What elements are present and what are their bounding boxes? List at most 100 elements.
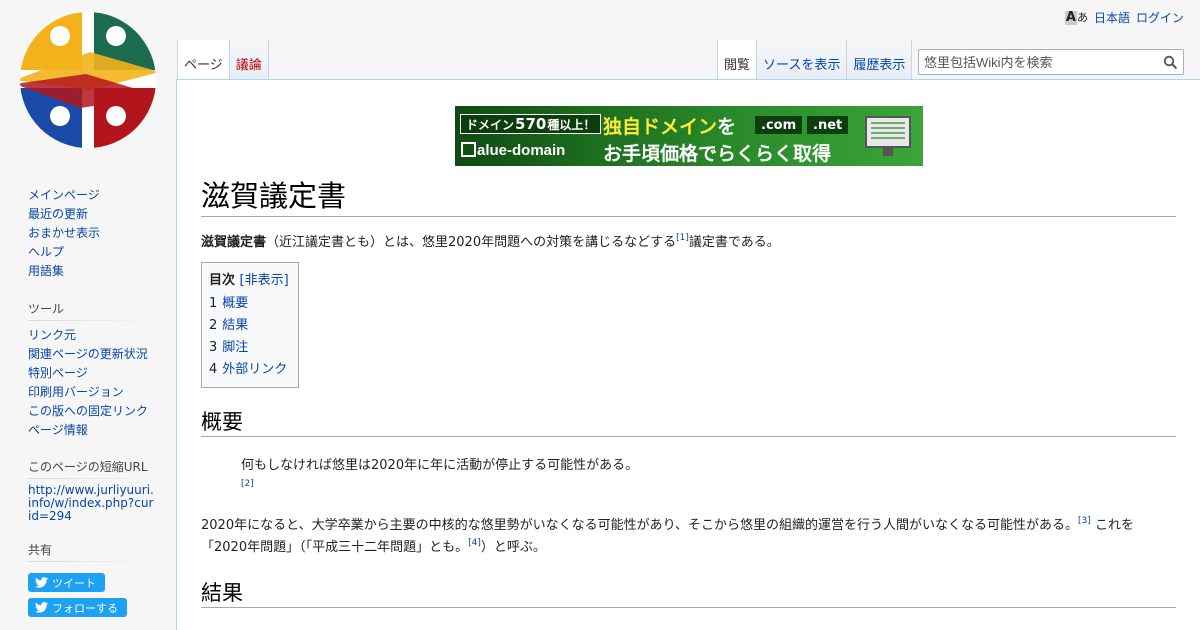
short-url-heading: このページの短縮URL	[28, 458, 156, 479]
personal-tools: Aあ 日本語 ログイン	[1064, 9, 1184, 26]
ref-2-link[interactable]: [2]	[241, 479, 254, 489]
intro-text: （近江議定書とも）とは、悠里2020年問題への対策を講じるなどする	[266, 235, 677, 250]
view-tabs: 閲覧 ソースを表示 履歴表示	[717, 40, 913, 80]
share-portal: 共有 ツイート フォローする	[28, 541, 156, 617]
quote-block: 何もしなければ悠里は2020年に年に活動が停止する可能性がある。 [2]	[241, 455, 1176, 491]
sidebar-item-special-pages[interactable]: 特別ページ	[28, 364, 156, 383]
sidebar-link[interactable]: 用語集	[28, 264, 64, 278]
toc-link[interactable]: 概要	[222, 296, 248, 311]
ad-badge: ドメイン 570 種以上！	[460, 114, 602, 134]
navigation-portal: メインページ 最近の更新 おまかせ表示 ヘルプ 用語集	[28, 186, 156, 281]
toc-link[interactable]: 外部リンク	[222, 362, 287, 377]
sidebar-item-what-links-here[interactable]: リンク元	[28, 326, 156, 345]
toc-num: 4	[209, 362, 218, 377]
sidebar-item-main-page[interactable]: メインページ	[28, 186, 156, 205]
ad-check-icon	[461, 142, 476, 157]
toc-num: 2	[209, 318, 218, 333]
sidebar-link[interactable]: おまかせ表示	[28, 226, 100, 240]
short-url-portal: このページの短縮URL http://www.jurliyuuri.info/w…	[28, 458, 156, 523]
content-area: ドメイン 570 種以上！ alue-domain 独自ドメインを .com .ne…	[176, 79, 1200, 630]
share-heading: 共有	[28, 541, 156, 562]
sidebar-link[interactable]: 関連ページの更新状況	[28, 347, 148, 361]
ad-tld-net: .net	[807, 116, 849, 134]
short-url-item[interactable]: http://www.jurliyuuri.info/w/index.php?c…	[28, 484, 156, 523]
ad-brand-text: alue-domain	[477, 142, 566, 159]
toc-link[interactable]: 脚注	[222, 340, 248, 355]
ref-1[interactable]: [1]	[676, 233, 689, 243]
toc-title-text: 目次	[209, 273, 236, 288]
ref-3-link[interactable]: [3]	[1078, 516, 1091, 526]
tweet-button[interactable]: ツイート	[28, 573, 105, 592]
site-logo[interactable]	[20, 12, 156, 148]
short-url-link[interactable]: http://www.jurliyuuri.info/w/index.php?c…	[28, 483, 154, 523]
toc-num: 1	[209, 296, 218, 311]
ad-headline-white: を	[717, 116, 737, 138]
toc-toggle[interactable]: [非表示]	[240, 273, 289, 288]
sidebar-link[interactable]: ヘルプ	[28, 245, 64, 259]
ref-4[interactable]: [4]	[468, 538, 481, 548]
login-link[interactable]: ログイン	[1136, 9, 1184, 26]
language-icon[interactable]: Aあ	[1064, 10, 1088, 25]
search-box	[918, 49, 1184, 75]
toc-link[interactable]: 結果	[222, 318, 248, 333]
search-input[interactable]	[919, 54, 1159, 70]
tab-history[interactable]: 履歴表示	[847, 40, 913, 80]
toc-item[interactable]: 2 結果	[209, 315, 289, 337]
intro-bold: 滋賀議定書	[201, 235, 267, 250]
follow-label: フォローする	[52, 601, 118, 615]
sidebar-item-permalink[interactable]: この版への固定リンク	[28, 402, 156, 421]
table-of-contents: 目次 [非表示] 1 概要 2 結果 3 脚注 4 外部リンク	[201, 262, 299, 388]
namespace-tabs: ページ 議論	[177, 40, 269, 80]
ref-4-link[interactable]: [4]	[468, 538, 481, 548]
sidebar-link[interactable]: ページ情報	[28, 423, 88, 437]
ad-banner[interactable]: ドメイン 570 種以上！ alue-domain 独自ドメインを .com .ne…	[455, 106, 923, 166]
sidebar-item-random[interactable]: おまかせ表示	[28, 224, 156, 243]
sidebar-item-related-changes[interactable]: 関連ページの更新状況	[28, 345, 156, 364]
sidebar-item-print[interactable]: 印刷用バージョン	[28, 383, 156, 402]
toc-num: 3	[209, 340, 218, 355]
intro-paragraph: 滋賀議定書（近江議定書とも）とは、悠里2020年問題への対策を講じるなどする[1…	[201, 232, 1176, 254]
ad-badge-number: 570	[515, 115, 547, 133]
sidebar-item-page-info[interactable]: ページ情報	[28, 421, 156, 440]
ref-2[interactable]: [2]	[241, 477, 1176, 491]
article-body: 滋賀議定書（近江議定書とも）とは、悠里2020年問題への対策を講じるなどする[1…	[201, 232, 1176, 608]
ref-3[interactable]: [3]	[1078, 516, 1091, 526]
tweet-label: ツイート	[52, 576, 96, 590]
sidebar-link[interactable]: 特別ページ	[28, 366, 88, 380]
twitter-bird-icon	[35, 602, 48, 613]
sidebar-link[interactable]: リンク元	[28, 328, 76, 342]
toc-title: 目次 [非表示]	[209, 270, 289, 292]
ref-1-link[interactable]: [1]	[676, 233, 689, 243]
section-heading-overview: 概要	[201, 408, 1176, 437]
tab-talk[interactable]: 議論	[229, 40, 269, 80]
ad-headline-yellow: 独自ドメイン	[603, 116, 718, 138]
tab-read[interactable]: 閲覧	[717, 40, 758, 80]
follow-button[interactable]: フォローする	[28, 598, 127, 617]
sidebar-link[interactable]: 最近の更新	[28, 207, 88, 221]
para-text-c: ）と呼ぶ。	[480, 540, 546, 555]
toc-item[interactable]: 3 脚注	[209, 337, 289, 359]
sidebar-link[interactable]: この版への固定リンク	[28, 404, 148, 418]
tab-page[interactable]: ページ	[177, 40, 230, 80]
page-title: 滋賀議定書	[201, 178, 1176, 217]
sidebar-item-help[interactable]: ヘルプ	[28, 243, 156, 262]
tab-view-source[interactable]: ソースを表示	[757, 40, 848, 80]
sidebar-link[interactable]: 印刷用バージョン	[28, 385, 124, 399]
ad-subline: お手頃価格でらくらく取得	[603, 143, 832, 165]
quote-text: 何もしなければ悠里は2020年に年に活動が停止する可能性がある。	[241, 458, 639, 473]
para-text-a: 2020年になると、大学卒業から主要の中核的な悠里勢がいなくなる可能性があり、そ…	[201, 518, 1079, 533]
sidebar: メインページ 最近の更新 おまかせ表示 ヘルプ 用語集 ツール リンク元 関連ペ…	[0, 180, 176, 617]
language-link[interactable]: 日本語	[1094, 9, 1130, 26]
sidebar-item-glossary[interactable]: 用語集	[28, 262, 156, 281]
tools-portal: ツール リンク元 関連ページの更新状況 特別ページ 印刷用バージョン この版への…	[28, 300, 156, 440]
toc-item[interactable]: 4 外部リンク	[209, 359, 289, 381]
search-icon[interactable]	[1163, 55, 1178, 70]
section-heading-result: 結果	[201, 579, 1176, 608]
ad-headline: 独自ドメインを	[603, 112, 736, 139]
monitor-icon	[865, 116, 911, 156]
sidebar-item-recent-changes[interactable]: 最近の更新	[28, 205, 156, 224]
intro-tail: 議定書である。	[688, 235, 780, 250]
tools-heading: ツール	[28, 300, 156, 321]
toc-item[interactable]: 1 概要	[209, 293, 289, 315]
sidebar-link[interactable]: メインページ	[28, 188, 100, 202]
